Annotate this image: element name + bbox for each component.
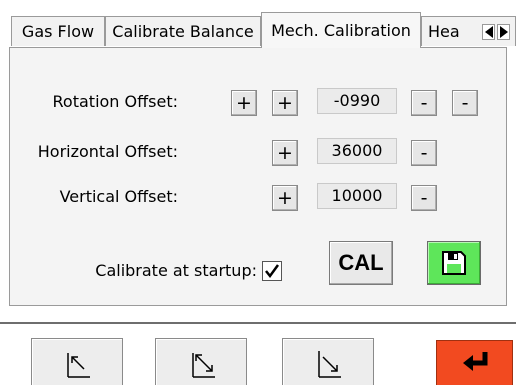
tab-scroll-controls — [482, 24, 510, 40]
diagonal-arrow-up-left-icon — [67, 353, 90, 378]
tab-calibrate-balance[interactable]: Calibrate Balance — [105, 16, 261, 46]
enter-button[interactable] — [436, 340, 513, 385]
checkmark-icon — [265, 264, 280, 279]
horizontal-offset-label: Horizontal Offset: — [37, 142, 178, 161]
rotation-minus-fine-button[interactable]: - — [411, 90, 437, 116]
vertical-offset-label: Vertical Offset: — [59, 187, 178, 206]
vertical-plus-button[interactable]: + — [272, 185, 298, 211]
move-down-right-button[interactable] — [282, 338, 374, 385]
calibrate-at-startup-checkbox[interactable] — [262, 261, 282, 281]
tab-mech-calibration[interactable]: Mech. Calibration — [261, 12, 421, 48]
converge-button[interactable] — [155, 338, 247, 385]
vertical-offset-value: 10000 — [317, 183, 397, 209]
triangle-right-icon — [499, 26, 508, 38]
vertical-minus-button[interactable]: - — [411, 185, 437, 211]
rotation-plus-coarse-button[interactable]: + — [231, 90, 257, 116]
horizontal-offset-value: 36000 — [317, 138, 397, 164]
floppy-disk-icon — [442, 251, 466, 275]
rotation-offset-value: -0990 — [317, 88, 397, 114]
move-up-left-button[interactable] — [31, 338, 123, 385]
horizontal-plus-button[interactable]: + — [272, 140, 298, 166]
tab-scroll-left-button[interactable] — [482, 24, 495, 40]
rotation-plus-fine-button[interactable]: + — [272, 90, 298, 116]
tab-bar: Gas Flow Calibrate Balance Mech. Calibra… — [0, 0, 516, 48]
horizontal-minus-button[interactable]: - — [411, 140, 437, 166]
save-button[interactable] — [427, 241, 481, 285]
diagonal-arrow-down-right-icon — [318, 351, 341, 378]
cal-button[interactable]: CAL — [329, 241, 393, 285]
triangle-left-icon — [484, 26, 493, 38]
rotation-minus-coarse-button[interactable]: - — [452, 90, 478, 116]
tab-scroll-right-button[interactable] — [497, 24, 510, 40]
diagonal-arrows-converge-icon — [192, 353, 215, 378]
tab-gas-flow[interactable]: Gas Flow — [11, 16, 105, 46]
return-arrow-icon — [462, 352, 487, 371]
rotation-offset-label: Rotation Offset: — [52, 92, 178, 111]
calibrate-at-startup-label: Calibrate at startup: — [95, 261, 257, 280]
